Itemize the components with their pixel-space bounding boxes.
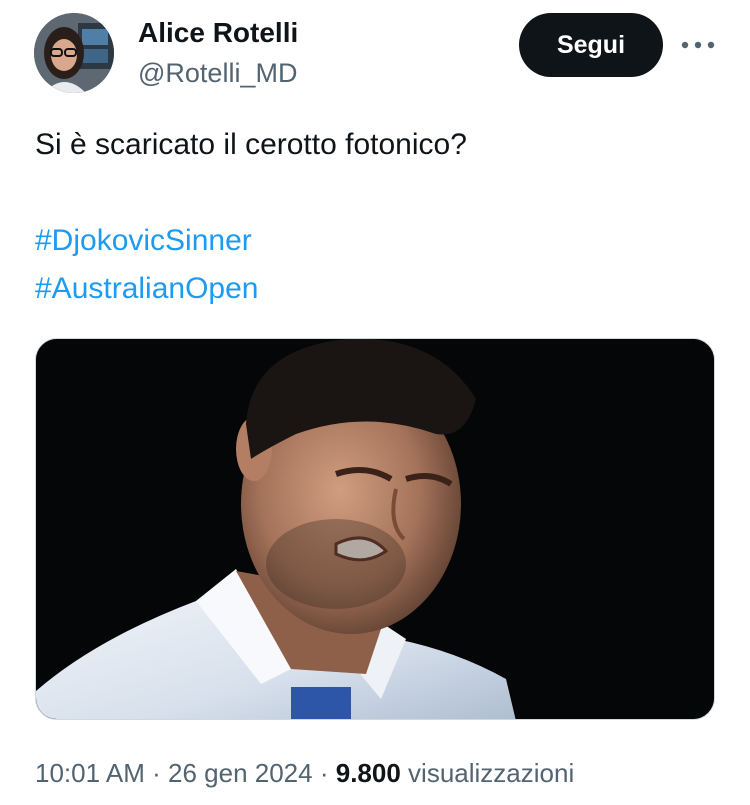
- more-options-button[interactable]: [676, 30, 720, 60]
- ellipsis-icon: [681, 41, 715, 49]
- meta-separator: ·: [319, 758, 329, 788]
- photo-image: [36, 339, 714, 719]
- follow-button-label: Segui: [556, 30, 626, 59]
- tweet-photo[interactable]: [35, 338, 715, 720]
- tweet-card: Alice Rotelli @Rotelli_MD Segui Si è sca…: [0, 0, 750, 805]
- avatar-image: [34, 13, 114, 93]
- follow-button[interactable]: Segui: [519, 13, 663, 77]
- tweet-time[interactable]: 10:01 AM: [35, 758, 145, 788]
- views-count: 9.800: [335, 758, 401, 788]
- author-handle[interactable]: @Rotelli_MD: [138, 57, 297, 89]
- tweet-text: Si è scaricato il cerotto fotonico?: [35, 128, 467, 161]
- tweet-meta: 10:01 AM · 26 gen 2024 · 9.800 visualizz…: [35, 756, 574, 790]
- meta-separator: ·: [152, 758, 161, 788]
- hashtag-link-australianopen[interactable]: #AustralianOpen: [35, 270, 258, 308]
- hashtag-link-djokovicsinner[interactable]: #DjokovicSinner: [35, 222, 252, 260]
- views-label: visualizzazioni: [408, 758, 575, 788]
- tweet-date[interactable]: 26 gen 2024: [168, 758, 313, 788]
- author-name[interactable]: Alice Rotelli: [138, 16, 298, 50]
- avatar[interactable]: [34, 13, 114, 93]
